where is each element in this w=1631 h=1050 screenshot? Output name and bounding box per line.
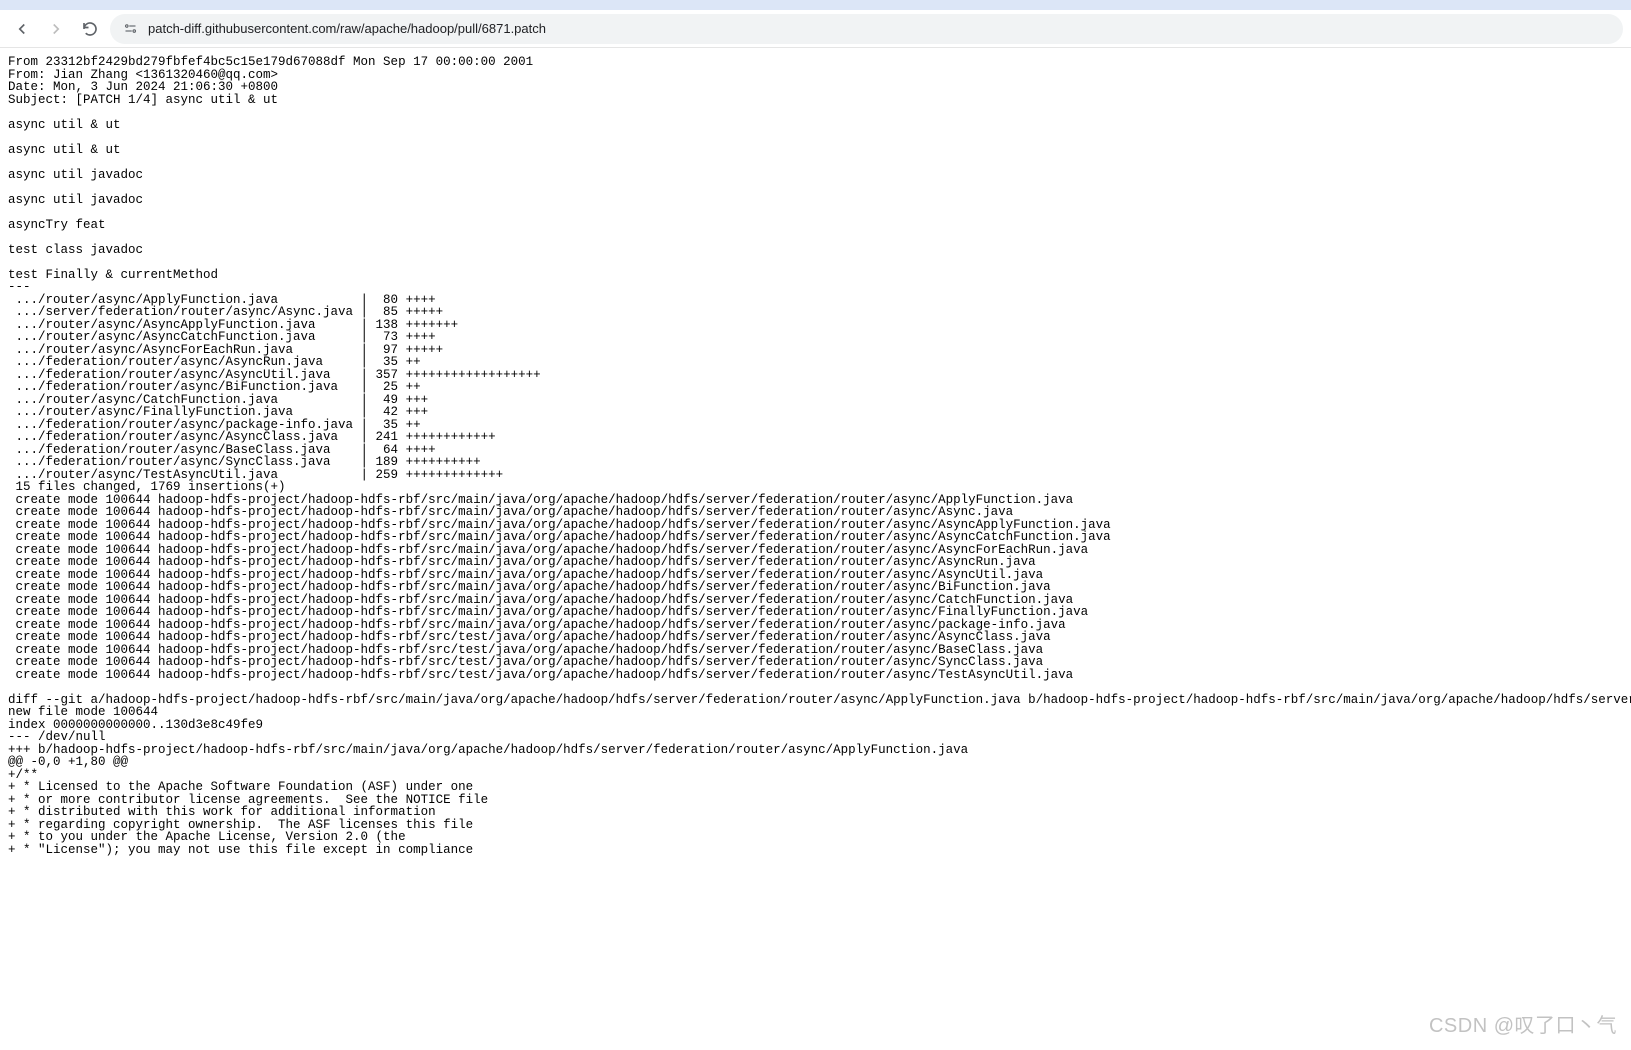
address-bar[interactable]: patch-diff.githubusercontent.com/raw/apa… bbox=[110, 14, 1623, 44]
patch-diff: diff --git a/hadoop-hdfs-project/hadoop-… bbox=[8, 693, 1631, 857]
watermark: CSDN @叹了口丶气 bbox=[1429, 1009, 1617, 1038]
browser-toolbar: patch-diff.githubusercontent.com/raw/apa… bbox=[0, 10, 1631, 48]
reload-button[interactable] bbox=[76, 15, 104, 43]
patch-body: async util & ut async util & ut async ut… bbox=[8, 118, 218, 282]
patch-created: create mode 100644 hadoop-hdfs-project/h… bbox=[8, 493, 1111, 682]
patch-header: From 23312bf2429bd279fbfef4bc5c15e179d67… bbox=[8, 55, 533, 107]
url-text: patch-diff.githubusercontent.com/raw/apa… bbox=[148, 21, 546, 36]
site-settings-icon[interactable] bbox=[122, 21, 138, 37]
patch-diffstat: .../router/async/ApplyFunction.java | 80… bbox=[8, 293, 541, 495]
browser-tab-strip bbox=[0, 0, 1631, 10]
patch-content: From 23312bf2429bd279fbfef4bc5c15e179d67… bbox=[0, 48, 1631, 864]
forward-button[interactable] bbox=[42, 15, 70, 43]
back-button[interactable] bbox=[8, 15, 36, 43]
